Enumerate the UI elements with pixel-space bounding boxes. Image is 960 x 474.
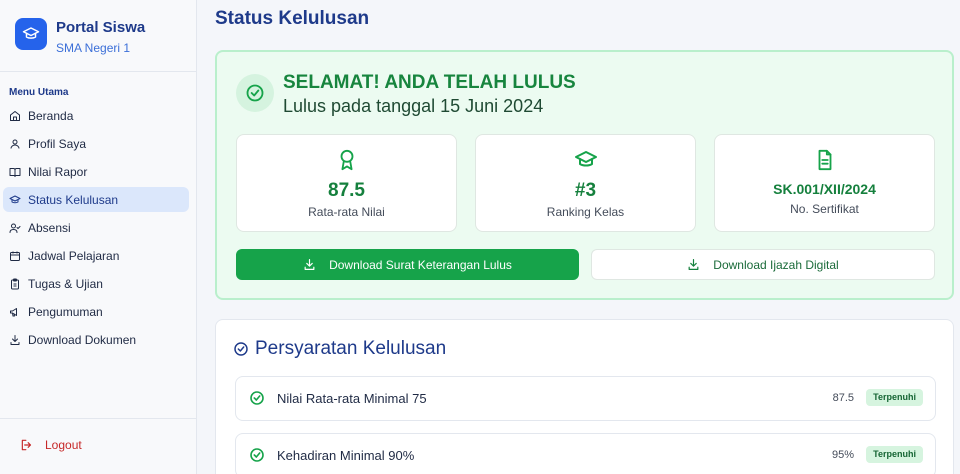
requirements-title-text: Persyaratan Kelulusan	[255, 338, 447, 359]
requirement-label: Kehadiran Minimal 90%	[277, 448, 415, 463]
page-title: Status Kelulusan	[215, 8, 370, 29]
stat-value: #3	[574, 180, 597, 201]
check-circle-icon	[249, 447, 265, 463]
sidebar-item-profil[interactable]: Profil Saya	[3, 131, 189, 156]
menu-title: Menu Utama	[9, 87, 69, 98]
result-headline: SELAMAT! ANDA TELAH LULUS	[283, 72, 576, 93]
sidebar-item-beranda[interactable]: Beranda	[3, 103, 189, 128]
sidebar-divider	[0, 71, 196, 72]
graduation-result-card: SELAMAT! ANDA TELAH LULUS Lulus pada tan…	[215, 50, 954, 300]
requirement-value: 87.5	[832, 392, 854, 404]
user-icon	[9, 138, 21, 150]
graduation-cap-icon	[476, 148, 695, 172]
logout-icon	[20, 438, 34, 452]
download-icon	[687, 258, 700, 271]
sidebar-item-label: Beranda	[28, 108, 74, 123]
sidebar-item-label: Jadwal Pelajaran	[28, 248, 120, 263]
download-certificate-button[interactable]: Download Surat Keterangan Lulus	[236, 249, 579, 280]
brand-subtitle: SMA Negeri 1	[56, 41, 131, 55]
brand: Portal Siswa SMA Negeri 1	[15, 18, 145, 56]
requirement-value: 95%	[831, 449, 854, 461]
requirements-title: Persyaratan Kelulusan	[233, 338, 446, 360]
book-open-icon	[9, 166, 21, 178]
check-circle-icon	[236, 74, 274, 112]
megaphone-icon	[9, 306, 21, 318]
sidebar-item-status-kelulusan[interactable]: Status Kelulusan	[3, 187, 189, 212]
sidebar: Portal Siswa SMA Negeri 1 Menu Utama Ber…	[0, 0, 197, 474]
sidebar-item-jadwal[interactable]: Jadwal Pelajaran	[3, 243, 189, 268]
stat-value: 87.5	[328, 180, 365, 201]
sidebar-item-nilai-rapor[interactable]: Nilai Rapor	[3, 159, 189, 184]
calendar-icon	[9, 250, 21, 262]
graduation-cap-icon	[15, 18, 47, 50]
requirement-item: Nilai Rata-rata Minimal 75 87.5 Terpenuh…	[235, 376, 936, 421]
sidebar-item-label: Absensi	[28, 220, 71, 235]
download-icon	[9, 334, 21, 346]
button-label: Download Ijazah Digital	[713, 257, 839, 272]
sidebar-item-label: Status Kelulusan	[28, 192, 119, 207]
button-label: Download Surat Keterangan Lulus	[329, 257, 512, 272]
stat-label: No. Sertifikat	[790, 202, 859, 216]
result-date: Lulus pada tanggal 15 Juni 2024	[283, 96, 544, 116]
stat-label: Ranking Kelas	[546, 205, 625, 219]
stat-value: SK.001/XII/2024	[773, 181, 876, 197]
stat-average-score: 87.5 Rata-rata Nilai	[236, 134, 457, 232]
sidebar-item-absensi[interactable]: Absensi	[3, 215, 189, 240]
award-icon	[237, 148, 456, 172]
requirement-item: Kehadiran Minimal 90% 95% Terpenuhi	[235, 433, 936, 474]
logout-button[interactable]: Logout	[20, 438, 82, 452]
sidebar-item-label: Profil Saya	[28, 136, 87, 151]
user-check-icon	[9, 222, 21, 234]
sidebar-divider	[0, 418, 196, 419]
sidebar-item-tugas[interactable]: Tugas & Ujian	[3, 271, 189, 296]
document-icon	[715, 148, 934, 172]
sidebar-item-label: Tugas & Ujian	[28, 276, 103, 291]
sidebar-item-label: Pengumuman	[28, 304, 103, 319]
status-badge: Terpenuhi	[866, 389, 923, 406]
download-diploma-button[interactable]: Download Ijazah Digital	[591, 249, 935, 280]
stat-label: Rata-rata Nilai	[308, 205, 385, 219]
stat-certificate-number: SK.001/XII/2024 No. Sertifikat	[714, 134, 935, 232]
sidebar-menu: Beranda Profil Saya Nilai Rapor Status K…	[3, 103, 189, 355]
check-circle-icon	[249, 390, 265, 406]
graduation-cap-icon	[9, 194, 21, 206]
brand-title: Portal Siswa	[56, 19, 146, 36]
requirements-card: Persyaratan Kelulusan Nilai Rata-rata Mi…	[215, 319, 954, 474]
requirement-label: Nilai Rata-rata Minimal 75	[277, 391, 427, 406]
sidebar-item-download[interactable]: Download Dokumen	[3, 327, 189, 352]
status-badge: Terpenuhi	[866, 446, 923, 463]
download-icon	[303, 258, 316, 271]
home-icon	[9, 110, 21, 122]
sidebar-item-label: Nilai Rapor	[28, 164, 88, 179]
sidebar-item-pengumuman[interactable]: Pengumuman	[3, 299, 189, 324]
logout-label: Logout	[45, 438, 82, 452]
clipboard-icon	[9, 278, 21, 290]
stat-class-ranking: #3 Ranking Kelas	[475, 134, 696, 232]
check-circle-icon	[233, 341, 249, 357]
sidebar-item-label: Download Dokumen	[28, 332, 137, 347]
